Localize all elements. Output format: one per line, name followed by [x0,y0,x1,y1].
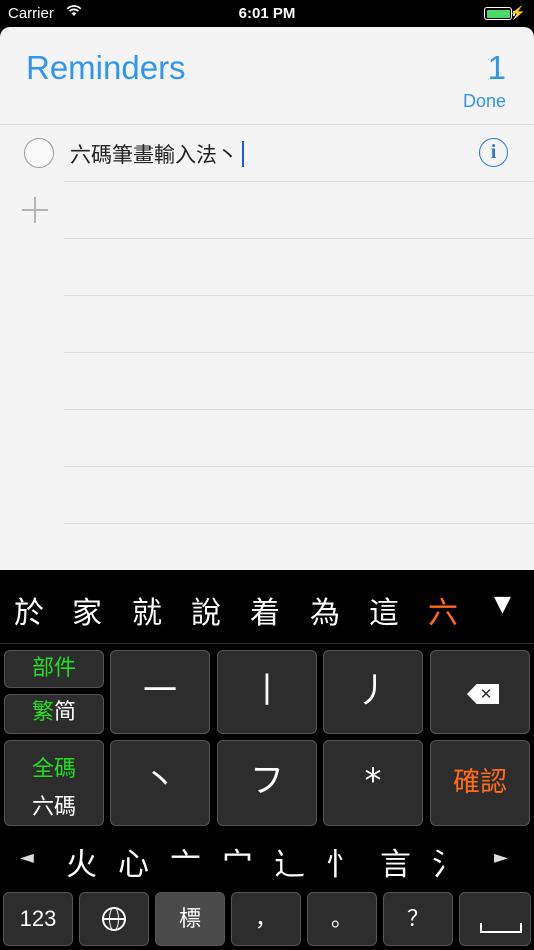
candidate-bar: 於 家 就 說 着 為 這 六 ▼ [0,570,534,644]
radical-key[interactable]: 宀 [222,839,253,884]
divider [64,238,534,239]
component-key[interactable]: 部件 [4,650,104,688]
radical-right-arrow[interactable]: ► [494,847,508,868]
code-mode-toggle[interactable]: 全碼 六碼 [4,740,104,826]
candidate-selected[interactable]: 六 [428,588,458,632]
radical-key[interactable]: 亠 [170,839,201,884]
add-reminder-icon[interactable] [22,197,48,223]
divider [64,352,534,353]
reminder-row[interactable]: 六碼筆畫輸入法丶 i [0,125,534,181]
reminder-count: 1 [487,49,506,86]
question-key[interactable]: ？ [383,892,453,946]
complete-checkbox[interactable] [24,138,54,168]
candidate-5[interactable]: 着 [250,588,280,632]
stroke-dot-key[interactable]: 丶 [110,740,210,826]
done-button[interactable]: Done [463,91,506,112]
divider [64,466,534,467]
globe-icon [102,906,126,931]
radical-key[interactable]: 辶 [274,839,305,884]
full-code-label: 全碼 [31,757,76,782]
stroke-vertical-key[interactable]: 丨 [217,650,317,734]
delete-key[interactable]: ✕ [430,650,530,734]
page-title: Reminders [26,49,186,86]
battery-icon [484,7,515,20]
candidate-4[interactable]: 說 [191,588,221,632]
six-code-label: 六碼 [31,795,76,820]
clock: 6:01 PM [238,5,296,22]
stroke-turning-key[interactable]: フ [217,740,317,826]
simp-label: 简 [54,700,77,725]
radical-bar: ◄ 火 心 亠 宀 辶 忄 言 氵 ► [0,825,534,895]
expand-candidates-icon[interactable]: ▼ [494,592,511,617]
stroke-left-falling-key[interactable]: 丿 [323,650,423,734]
radical-key[interactable]: 氵 [432,839,463,884]
divider [64,523,534,524]
trad-simp-toggle[interactable]: 繁简 [4,694,104,734]
divider [64,181,534,182]
trad-label: 繁 [31,700,54,725]
space-key[interactable] [459,892,531,946]
reminder-text-field[interactable]: 六碼筆畫輸入法丶 [70,139,244,169]
radical-key[interactable]: 忄 [326,839,357,884]
candidate-2[interactable]: 家 [72,588,102,632]
radical-key[interactable]: 言 [380,839,411,884]
candidate-1[interactable]: 於 [14,588,44,632]
divider [64,295,534,296]
candidate-7[interactable]: 這 [369,588,399,632]
radical-key[interactable]: 火 [66,839,97,884]
numbers-key[interactable]: 123 [3,892,73,946]
stroke-horizontal-key[interactable]: 一 [110,650,210,734]
status-bar: Carrier 6:01 PM ⚡ [0,0,534,28]
charging-icon: ⚡ [509,5,526,20]
space-icon [480,923,522,933]
text-cursor [242,141,244,167]
six-code-keyboard: 於 家 就 說 着 為 這 六 ▼ 部件 繁简 全碼 六碼 一 丨 丿 ✕ 丶 … [0,570,534,950]
comma-key[interactable]: ， [231,892,301,946]
divider [64,409,534,410]
reminders-sheet: Reminders 1 Done 六碼筆畫輸入法丶 i [0,27,534,570]
radical-key[interactable]: 心 [118,839,149,884]
candidate-6[interactable]: 為 [310,588,340,632]
globe-key[interactable] [79,892,149,946]
radical-left-arrow[interactable]: ◄ [20,847,34,868]
reminder-text: 六碼筆畫輸入法丶 [70,143,238,167]
delete-icon: ✕ [467,684,499,704]
wildcard-key[interactable]: * [323,740,423,826]
punctuation-key[interactable]: 標 [155,892,225,946]
candidate-3[interactable]: 就 [132,588,162,632]
period-key[interactable]: 。 [307,892,377,946]
info-icon[interactable]: i [479,138,508,167]
confirm-key[interactable]: 確認 [430,740,530,826]
